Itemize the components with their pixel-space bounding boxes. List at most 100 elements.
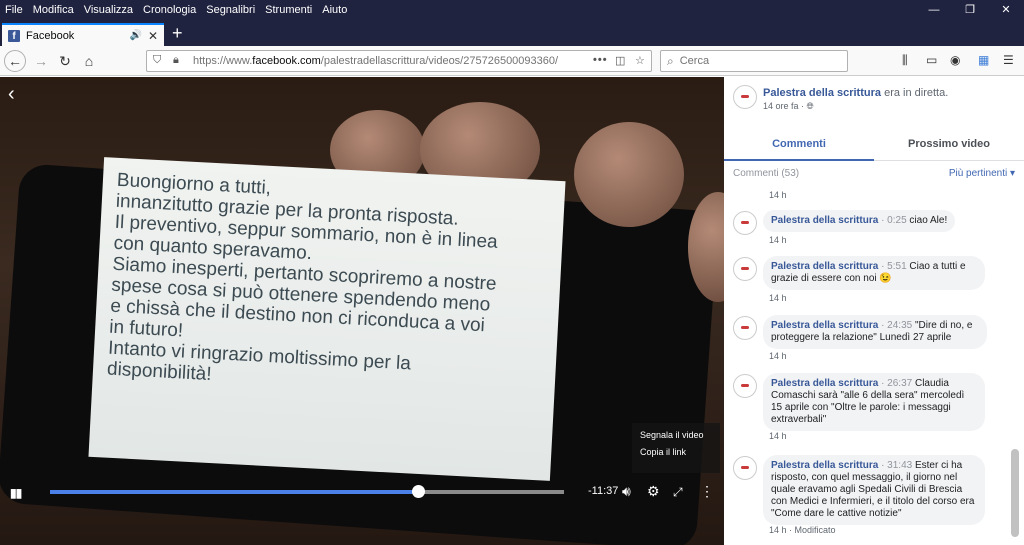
tab-bar: f Facebook 🔊 ✕ +: [0, 20, 1024, 46]
navigation-bar: ← → ↻ ⌂ ⛉ 🔒︎ https://www. facebook.com/pa…: [0, 46, 1024, 76]
forward-button[interactable]: →: [30, 50, 52, 72]
page-actions-icon[interactable]: •••: [593, 54, 608, 66]
sort-dropdown[interactable]: Più pertinenti ▾: [949, 168, 1015, 179]
page-name-link[interactable]: Palestra della scrittura: [763, 87, 881, 99]
tab-title: Facebook: [26, 29, 75, 42]
tab-comments[interactable]: Commenti: [724, 138, 874, 161]
video-controls: ▮▮ -11:37 🔊︎ ⚙ ⤢ ⋮: [0, 477, 724, 507]
url-domain: facebook.com: [252, 55, 321, 67]
minimize-button[interactable]: —: [916, 0, 952, 20]
library-icon[interactable]: ⫼: [902, 53, 908, 68]
reload-button[interactable]: ↻: [54, 50, 76, 72]
comment-timestamp[interactable]: · 5:51: [881, 261, 907, 272]
live-status: era in diretta.: [884, 87, 949, 99]
comment-bubble: Palestra della scrittura · 24:35 "Dire d…: [763, 315, 987, 349]
fullscreen-icon[interactable]: ⤢: [673, 485, 683, 500]
comment-timestamp[interactable]: · 26:37: [881, 378, 912, 389]
avatar[interactable]: [733, 257, 757, 281]
account-icon[interactable]: ◉: [950, 53, 960, 67]
url-path: /palestradellascrittura/videos/275726500…: [320, 55, 559, 67]
avatar[interactable]: [733, 316, 757, 340]
progress-track[interactable]: [50, 485, 564, 498]
post-time-text: 14 ore fa ·: [763, 101, 807, 111]
new-tab-button[interactable]: +: [172, 22, 183, 44]
comment-author[interactable]: Palestra della scrittura: [771, 261, 878, 272]
shield-icon[interactable]: ⛉: [153, 54, 161, 67]
more-options-icon[interactable]: ⋮: [700, 483, 714, 500]
comment-author[interactable]: Palestra della scrittura: [771, 320, 878, 331]
menu-bar: File Modifica Visualizza Cronologia Segn…: [0, 0, 1024, 20]
lock-icon[interactable]: 🔒︎: [173, 54, 179, 67]
tab-next-video[interactable]: Prossimo video: [874, 138, 1024, 150]
maximize-button[interactable]: ❐: [952, 0, 988, 20]
extensions-icon[interactable]: ▦: [978, 53, 989, 67]
menu-cronologia[interactable]: Cronologia: [138, 4, 201, 16]
menu-icon[interactable]: ☰: [1003, 53, 1014, 67]
comment-author[interactable]: Palestra della scrittura: [771, 378, 878, 389]
menu-aiuto[interactable]: Aiuto: [317, 4, 352, 16]
comment-count: Commenti (53): [733, 168, 800, 179]
comment-bubble: Palestra della scrittura · 26:37 Claudia…: [763, 373, 985, 431]
comment-meta: 14 h · Modificato: [769, 525, 836, 535]
comment-bubble: Palestra della scrittura · 5:51 Ciao a t…: [763, 256, 985, 290]
avatar[interactable]: [733, 374, 757, 398]
back-button[interactable]: ←: [4, 50, 26, 72]
progress-knob[interactable]: [411, 485, 425, 498]
comment-author[interactable]: Palestra della scrittura: [771, 460, 878, 471]
close-window-button[interactable]: ✕: [988, 0, 1024, 20]
tab-facebook[interactable]: f Facebook 🔊 ✕: [2, 23, 164, 46]
url-prefix: https://www.: [193, 55, 253, 67]
comment-meta: 14 h: [769, 293, 787, 303]
scrollbar-thumb[interactable]: [1011, 449, 1019, 537]
comment-text: ciao Ale!: [906, 215, 948, 226]
comment-meta: 14 h: [769, 235, 787, 245]
sidebar-icon[interactable]: ▭: [926, 53, 937, 67]
finger-shape: [574, 122, 684, 227]
comment-meta: 14 h: [769, 431, 787, 441]
menu-file[interactable]: File: [0, 4, 28, 16]
search-placeholder: Cerca: [679, 55, 710, 67]
comment-bubble: Palestra della scrittura · 0:25 ciao Ale…: [763, 210, 956, 232]
time-remaining: -11:37: [588, 485, 619, 497]
menu-visualizza[interactable]: Visualizza: [79, 4, 138, 16]
avatar[interactable]: [733, 211, 757, 235]
menu-modifica[interactable]: Modifica: [28, 4, 79, 16]
comment-timestamp[interactable]: · 24:35: [881, 320, 912, 331]
phone-screen-note: Buongiorno a tutti, innanzitutto grazie …: [88, 157, 566, 481]
close-tab-icon[interactable]: ✕: [148, 29, 158, 43]
volume-icon[interactable]: 🔊︎: [622, 483, 631, 500]
comment-meta: 14 h: [769, 190, 787, 200]
pause-icon[interactable]: ▮▮: [10, 486, 22, 500]
search-icon: ⌕: [667, 53, 674, 68]
comment-timestamp[interactable]: · 0:25: [881, 215, 907, 226]
chevron-left-icon[interactable]: ‹: [8, 83, 15, 106]
post-time: 14 ore fa · 🌐︎: [763, 101, 814, 112]
home-button[interactable]: ⌂: [78, 50, 100, 72]
pocket-icon[interactable]: ◫: [615, 54, 625, 67]
globe-icon: 🌐︎: [806, 101, 814, 111]
comment-meta: 14 h: [769, 351, 787, 361]
menu-segnalibri[interactable]: Segnalibri: [201, 4, 260, 16]
speaker-icon[interactable]: 🔊: [129, 30, 141, 41]
video-player[interactable]: Buongiorno a tutti, innanzitutto grazie …: [0, 77, 724, 545]
post-author: Palestra della scrittura era in diretta.: [763, 87, 948, 99]
comments-bar: Commenti (53) Più pertinenti ▾: [733, 168, 1015, 179]
bookmark-star-icon[interactable]: ☆: [635, 54, 645, 67]
menu-strumenti[interactable]: Strumenti: [260, 4, 317, 16]
gear-icon[interactable]: ⚙: [647, 483, 660, 500]
url-bar[interactable]: ⛉ 🔒︎ https://www. facebook.com/palestrade…: [146, 50, 652, 72]
video-context-menu: Segnala il video Copia il link: [632, 423, 720, 473]
comment-timestamp[interactable]: · 31:43: [881, 460, 912, 471]
search-input[interactable]: ⌕ Cerca: [660, 50, 848, 72]
report-video-item[interactable]: Segnala il video: [632, 423, 720, 440]
panel-tabs: Commenti Prossimo video: [724, 129, 1024, 161]
window-controls: — ❐ ✕: [916, 0, 1024, 20]
comment-author[interactable]: Palestra della scrittura: [771, 215, 878, 226]
progress-fill: [50, 490, 418, 494]
facebook-favicon-icon: f: [8, 29, 20, 42]
copy-link-item[interactable]: Copia il link: [632, 440, 720, 457]
page-avatar[interactable]: [733, 85, 757, 109]
comment-bubble: Palestra della scrittura · 31:43 Ester c…: [763, 455, 985, 525]
comments-panel: Palestra della scrittura era in diretta.…: [724, 77, 1024, 545]
avatar[interactable]: [733, 456, 757, 480]
